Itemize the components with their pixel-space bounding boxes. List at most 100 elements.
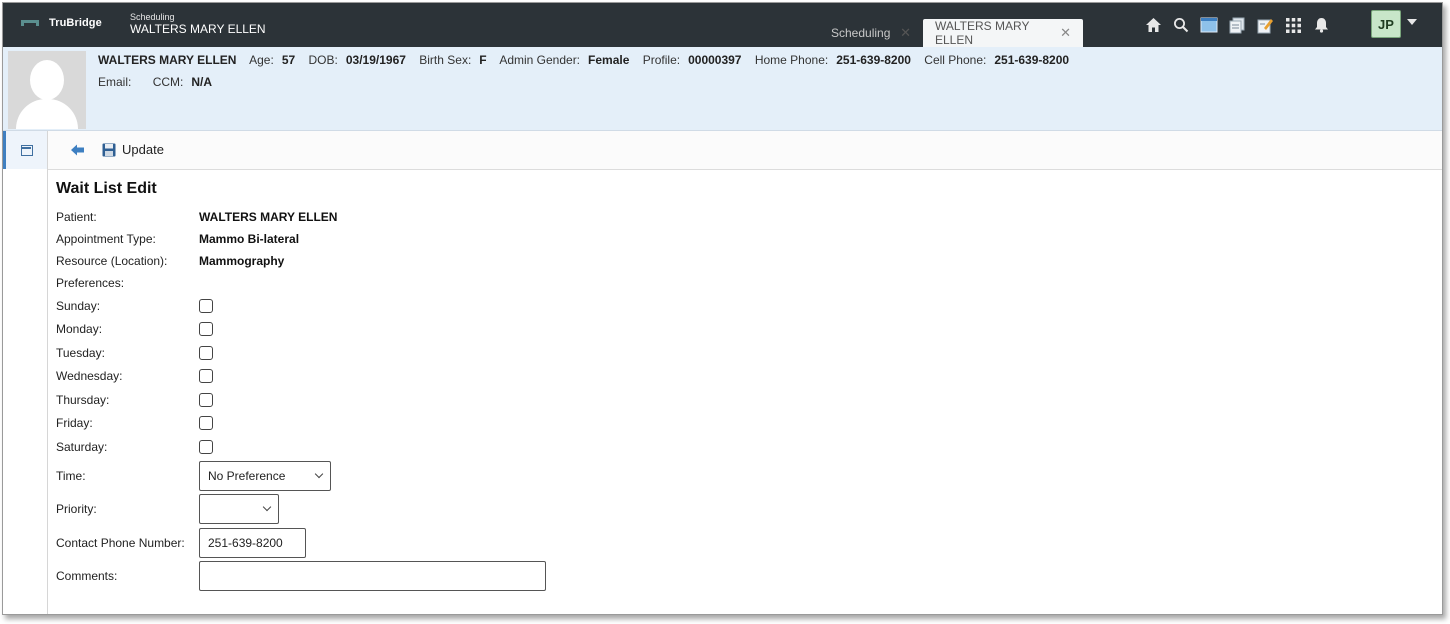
chevron-down-icon	[262, 502, 272, 512]
time-select-value: No Preference	[208, 469, 286, 483]
resource-row: Resource (Location): Mammography	[56, 251, 284, 271]
tuesday-checkbox[interactable]	[199, 346, 213, 360]
window-icon[interactable]	[1199, 15, 1219, 35]
comments-row: Comments:	[56, 561, 546, 591]
cell-phone-value: 251-639-8200	[994, 53, 1070, 67]
dob-label: DOB:	[308, 53, 338, 67]
search-icon[interactable]	[1171, 15, 1191, 35]
time-select[interactable]: No Preference	[199, 461, 331, 491]
contact-phone-label: Contact Phone Number:	[56, 536, 185, 550]
top-bar: TruBridge Scheduling WALTERS MARY ELLEN …	[3, 3, 1442, 47]
patient-photo	[8, 51, 86, 129]
home-icon[interactable]	[1143, 15, 1163, 35]
action-toolbar: Update	[48, 131, 1442, 170]
home-phone-label: Home Phone:	[754, 53, 829, 67]
apps-grid-icon[interactable]	[1283, 15, 1303, 35]
priority-label: Priority:	[56, 502, 97, 516]
contact-phone-value: 251-639-8200	[208, 536, 283, 550]
chevron-down-icon	[314, 469, 324, 479]
save-icon	[102, 143, 116, 156]
admin-gender-value: Female	[588, 53, 630, 67]
logo-text: TruBridge	[49, 17, 102, 29]
day-label: Friday:	[56, 416, 93, 430]
close-icon[interactable]: ✕	[1060, 25, 1071, 41]
comments-input[interactable]	[199, 561, 546, 591]
chevron-down-icon[interactable]	[1407, 19, 1417, 25]
saturday-checkbox[interactable]	[199, 440, 213, 454]
appointment-type-label: Appointment Type:	[56, 232, 156, 246]
monday-checkbox[interactable]	[199, 322, 213, 336]
appointment-type-row: Appointment Type: Mammo Bi-lateral	[56, 229, 299, 249]
bell-icon[interactable]	[1311, 15, 1331, 35]
patient-info-line-2: Email: CCM: N/A	[98, 75, 222, 89]
calendar-icon	[20, 144, 33, 156]
day-row-saturday: Saturday:	[56, 437, 213, 457]
tab-label: Scheduling	[831, 26, 891, 40]
comments-label: Comments:	[56, 569, 118, 583]
app-title-block: Scheduling WALTERS MARY ELLEN	[130, 12, 266, 37]
contact-phone-input[interactable]: 251-639-8200	[199, 528, 306, 558]
home-phone-value: 251-639-8200	[836, 53, 911, 67]
ccm-value: N/A	[191, 75, 213, 89]
day-row-wednesday: Wednesday:	[56, 366, 213, 386]
day-row-tuesday: Tuesday:	[56, 343, 213, 363]
rail-item-scheduling[interactable]	[3, 131, 47, 169]
day-row-thursday: Thursday:	[56, 390, 213, 410]
appointment-type-value: Mammo Bi-lateral	[199, 232, 300, 246]
wednesday-checkbox[interactable]	[199, 369, 213, 383]
back-arrow-icon[interactable]	[70, 143, 86, 157]
update-label: Update	[122, 142, 164, 157]
resource-label: Resource (Location):	[56, 254, 168, 268]
patient-label: Patient:	[56, 210, 97, 224]
age-value: 57	[281, 53, 296, 67]
patient-value: WALTERS MARY ELLEN	[199, 210, 338, 224]
day-row-sunday: Sunday:	[56, 296, 213, 316]
age-label: Age:	[249, 53, 274, 67]
patient-banner: WALTERS MARY ELLEN Age: 57 DOB: 03/19/1967…	[3, 47, 1442, 131]
resource-value: Mammography	[199, 254, 285, 268]
notes-icon[interactable]	[1255, 15, 1275, 35]
patient-title: WALTERS MARY ELLEN	[130, 22, 266, 36]
logo-mark-icon	[21, 18, 39, 28]
tab-patient[interactable]: WALTERS MARY ELLEN ✕	[923, 19, 1083, 47]
thursday-checkbox[interactable]	[199, 393, 213, 407]
priority-select[interactable]	[199, 494, 279, 524]
day-label: Tuesday:	[56, 346, 105, 360]
left-rail	[3, 131, 48, 614]
update-button[interactable]: Update	[102, 142, 164, 157]
day-label: Saturday:	[56, 440, 108, 454]
preferences-label: Preferences:	[56, 276, 125, 290]
preferences-row: Preferences:	[56, 273, 199, 293]
tab-label: WALTERS MARY ELLEN	[935, 19, 1030, 47]
patient-name: WALTERS MARY ELLEN	[98, 53, 237, 67]
documents-icon[interactable]	[1227, 15, 1247, 35]
birth-sex-label: Birth Sex:	[419, 53, 472, 67]
time-row: Time: No Preference	[56, 461, 331, 491]
tab-scheduling[interactable]: Scheduling ✕	[819, 19, 923, 47]
person-silhouette-icon	[30, 60, 64, 100]
header-icons	[1143, 15, 1339, 35]
friday-checkbox[interactable]	[199, 416, 213, 430]
day-label: Sunday:	[56, 299, 101, 313]
close-icon[interactable]: ✕	[900, 25, 911, 41]
birth-sex-value: F	[479, 53, 487, 67]
contact-phone-row: Contact Phone Number: 251-639-8200	[56, 528, 306, 558]
priority-row: Priority:	[56, 494, 279, 524]
user-avatar-button[interactable]: JP	[1371, 10, 1401, 38]
ccm-label: CCM:	[152, 75, 184, 89]
cell-phone-label: Cell Phone:	[924, 53, 987, 67]
wait-list-form: Wait List Edit Patient: WALTERS MARY ELL…	[48, 170, 1442, 614]
module-name: Scheduling	[130, 12, 175, 22]
day-label: Monday:	[56, 322, 103, 336]
profile-value: 00000397	[688, 53, 742, 67]
patient-info-line-1: WALTERS MARY ELLEN Age: 57 DOB: 03/19/1967…	[98, 53, 1079, 67]
trubridge-logo[interactable]: TruBridge	[21, 17, 102, 29]
dob-value: 03/19/1967	[345, 53, 406, 67]
sunday-checkbox[interactable]	[199, 299, 213, 313]
day-label: Wednesday:	[56, 369, 123, 383]
day-row-friday: Friday:	[56, 413, 213, 433]
day-row-monday: Monday:	[56, 319, 213, 339]
patient-row: Patient: WALTERS MARY ELLEN	[56, 207, 337, 227]
day-label: Thursday:	[56, 393, 110, 407]
person-silhouette-body	[16, 99, 78, 129]
